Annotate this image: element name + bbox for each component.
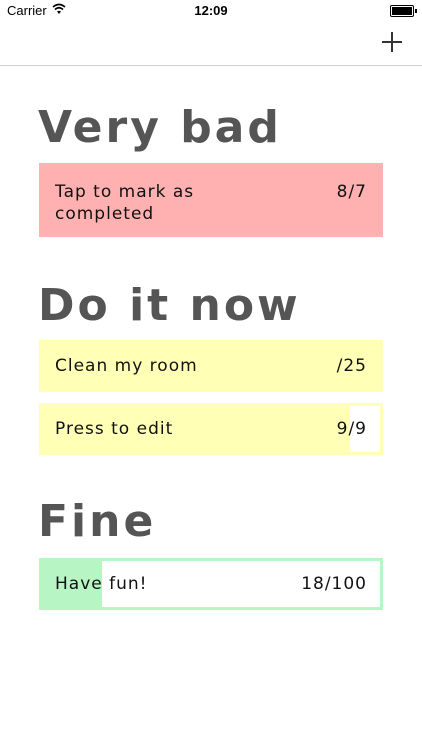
navigation-bar xyxy=(0,22,422,66)
task-row[interactable]: Press to edit 9/9 xyxy=(39,403,383,455)
task-row[interactable]: Have fun! 18/100 xyxy=(39,558,383,610)
task-count: /25 xyxy=(336,356,367,376)
status-bar: Carrier 12:09 xyxy=(0,0,422,22)
task-label: Tap to mark as completed xyxy=(55,182,195,224)
task-count: 8/7 xyxy=(336,182,367,202)
battery-icon xyxy=(390,5,417,17)
task-count: 18/100 xyxy=(301,574,367,594)
task-row[interactable]: Clean my room /25 xyxy=(39,340,383,392)
add-task-button[interactable] xyxy=(380,30,404,54)
section-title-very-bad: Very bad xyxy=(38,102,282,153)
section-title-do-it-now: Do it now xyxy=(38,280,301,331)
task-label: Clean my room xyxy=(55,356,198,376)
task-row[interactable]: Tap to mark as completed 8/7 xyxy=(39,163,383,237)
section-title-fine: Fine xyxy=(38,496,157,547)
task-label: Have fun! xyxy=(55,574,148,594)
clock: 12:09 xyxy=(194,3,228,18)
task-label: Press to edit xyxy=(55,419,174,439)
task-count: 9/9 xyxy=(336,419,367,439)
